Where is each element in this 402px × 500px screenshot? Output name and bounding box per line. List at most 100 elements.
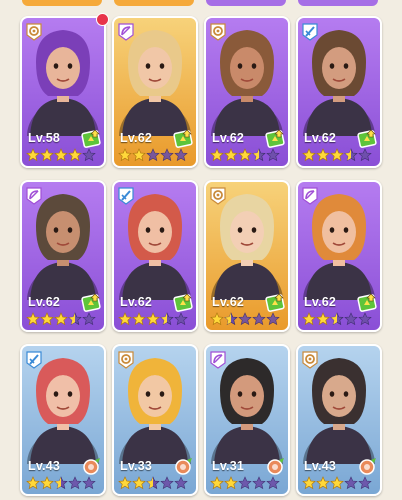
star-icon <box>358 148 372 162</box>
hero-card[interactable]: Lv.62 <box>112 16 198 168</box>
partial-card-edge <box>298 0 378 6</box>
star-rating <box>26 148 96 162</box>
star-icon <box>224 148 238 162</box>
hero-level: Lv.62 <box>120 295 153 309</box>
hero-level: Lv.62 <box>304 131 337 145</box>
hero-level: Lv.62 <box>28 295 61 309</box>
hero-level: Lv.33 <box>120 459 153 473</box>
star-icon <box>302 312 316 326</box>
meat-badge-icon <box>173 456 193 476</box>
star-icon <box>132 476 146 490</box>
star-icon <box>358 312 372 326</box>
star-icon <box>146 148 160 162</box>
star-icon <box>266 312 280 326</box>
star-icon <box>68 476 82 490</box>
hero-level: Lv.62 <box>120 131 153 145</box>
bow-icon <box>301 185 319 205</box>
star-icon <box>160 476 174 490</box>
star-icon <box>316 312 330 326</box>
star-icon <box>174 148 188 162</box>
star-icon <box>68 148 82 162</box>
star-rating <box>118 476 188 490</box>
hero-card[interactable]: Lv.62 <box>112 180 198 332</box>
sword-icon <box>117 185 135 205</box>
notification-dot <box>96 13 109 26</box>
star-icon <box>210 312 224 326</box>
partial-card-edge <box>206 0 286 6</box>
gear-icon <box>117 349 135 369</box>
star-icon <box>146 476 160 490</box>
meat-badge-icon <box>81 456 101 476</box>
gear-icon <box>301 349 319 369</box>
star-icon <box>238 148 252 162</box>
hero-card[interactable]: Lv.62 <box>204 16 290 168</box>
star-icon <box>330 312 344 326</box>
star-icon <box>82 476 96 490</box>
star-icon <box>54 476 68 490</box>
star-icon <box>132 148 146 162</box>
star-icon <box>266 476 280 490</box>
hero-level: Lv.62 <box>304 295 337 309</box>
star-icon <box>160 312 174 326</box>
star-icon <box>26 312 40 326</box>
upgrade-badge-icon <box>357 128 377 148</box>
partial-card-edge <box>22 0 102 6</box>
star-icon <box>302 476 316 490</box>
upgrade-badge-icon <box>173 292 193 312</box>
star-icon <box>252 476 266 490</box>
star-rating <box>26 312 96 326</box>
hero-card[interactable]: Lv.43 <box>20 344 106 496</box>
star-icon <box>344 476 358 490</box>
star-icon <box>344 148 358 162</box>
bow-icon <box>209 349 227 369</box>
star-rating <box>118 148 188 162</box>
sword-icon <box>301 21 319 41</box>
upgrade-badge-icon <box>173 128 193 148</box>
star-icon <box>26 476 40 490</box>
gear-icon <box>25 21 43 41</box>
partial-card-edge <box>114 0 194 6</box>
upgrade-badge-icon <box>265 128 285 148</box>
hero-card[interactable]: Lv.62 <box>204 180 290 332</box>
meat-badge-icon <box>357 456 377 476</box>
upgrade-badge-icon <box>265 292 285 312</box>
star-icon <box>68 312 82 326</box>
star-icon <box>82 148 96 162</box>
star-icon <box>54 148 68 162</box>
hero-card[interactable]: Lv.31 <box>204 344 290 496</box>
star-icon <box>118 312 132 326</box>
hero-card[interactable]: Lv.43 <box>296 344 382 496</box>
hero-level: Lv.58 <box>28 131 61 145</box>
hero-card[interactable]: Lv.33 <box>112 344 198 496</box>
star-icon <box>118 148 132 162</box>
hero-card[interactable]: Lv.62 <box>296 16 382 168</box>
hero-card[interactable]: Lv.62 <box>296 180 382 332</box>
hero-level: Lv.31 <box>212 459 245 473</box>
star-icon <box>224 312 238 326</box>
hero-level: Lv.43 <box>304 459 337 473</box>
star-rating <box>302 148 372 162</box>
star-icon <box>174 476 188 490</box>
star-rating <box>26 476 96 490</box>
bow-icon <box>117 21 135 41</box>
star-icon <box>252 312 266 326</box>
hero-card[interactable]: Lv.62 <box>20 180 106 332</box>
star-rating <box>210 148 280 162</box>
star-icon <box>316 148 330 162</box>
star-icon <box>40 476 54 490</box>
star-icon <box>118 476 132 490</box>
star-icon <box>224 476 238 490</box>
star-icon <box>252 148 266 162</box>
star-icon <box>330 476 344 490</box>
star-icon <box>40 148 54 162</box>
star-icon <box>302 148 316 162</box>
upgrade-badge-icon <box>81 292 101 312</box>
star-icon <box>26 148 40 162</box>
star-rating <box>302 476 372 490</box>
hero-level: Lv.43 <box>28 459 61 473</box>
star-icon <box>82 312 96 326</box>
star-icon <box>266 148 280 162</box>
star-icon <box>316 476 330 490</box>
hero-card[interactable]: Lv.58 <box>20 16 106 168</box>
bow-icon <box>25 185 43 205</box>
